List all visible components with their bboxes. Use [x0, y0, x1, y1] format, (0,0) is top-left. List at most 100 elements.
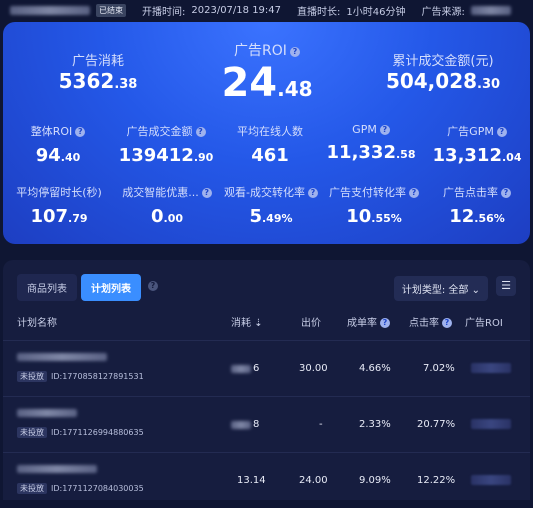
stat-label: 平均停留时长(秒) — [16, 186, 102, 199]
sort-icon: ⇣ — [254, 318, 263, 329]
stat-label: 广告ROI — [234, 43, 287, 59]
col-roi: 广告ROI — [465, 318, 503, 329]
stat-value: 5362.38 — [58, 69, 138, 93]
stat-label: 成交智能优惠... — [122, 186, 199, 199]
source-blurred — [470, 5, 511, 15]
stat-ad-spend: 广告消耗 5362.38 — [43, 50, 153, 93]
stat-label: 广告点击率 — [443, 186, 498, 199]
col-spend[interactable]: 消耗 ⇣ — [231, 314, 263, 329]
stat-label: 广告成交金额 — [126, 125, 193, 138]
room-name-blurred — [10, 5, 90, 15]
cell-bid: 30.00 — [299, 363, 328, 374]
cell-conv: 2.33% — [359, 419, 391, 430]
help-icon[interactable]: ? — [442, 318, 452, 328]
stat-label: 广告GPM — [447, 125, 494, 138]
stat-overall-roi: 整体ROI? 94.40 — [13, 123, 103, 166]
stat-ad-ctr: 广告点击率? 12.56% — [427, 184, 527, 227]
cell-spend: 8 — [253, 419, 260, 430]
help-icon[interactable]: ? — [409, 188, 419, 198]
cell-conv: 4.66% — [359, 363, 391, 374]
stat-watch-conv: 观看-成交转化率? 5.49% — [215, 184, 327, 227]
cell-spend: 13.14 — [237, 475, 266, 486]
cell-bid: - — [319, 419, 323, 430]
start-time-label: 开播时间: — [142, 6, 186, 18]
stat-avg-online: 平均在线人数 461 — [225, 123, 315, 166]
source-label: 广告来源: — [421, 6, 465, 18]
chevron-down-icon: ⌄ — [471, 285, 480, 296]
stat-avg-stay: 平均停留时长(秒) 107.79 — [5, 184, 113, 227]
cell-ctr: 7.02% — [423, 363, 455, 374]
stat-value: 0.00 — [150, 206, 184, 227]
stat-ad-gpm: 广告GPM? 13,312.04 — [427, 123, 527, 166]
table-row[interactable]: 未投放 ID:1771126994880635 8 - 2.33% 20.77% — [3, 396, 530, 452]
roi-blurred — [471, 363, 511, 373]
status-tag: 未投放 — [17, 371, 47, 382]
start-time: 2023/07/18 19:47 — [191, 4, 282, 16]
stat-value: 24.48 — [221, 60, 313, 106]
cell-ctr: 12.22% — [417, 475, 456, 486]
stat-label: GPM — [352, 123, 377, 136]
help-icon[interactable]: ? — [289, 47, 300, 57]
stats-card: 广告消耗 5362.38 广告ROI? 24.48 累计成交金额(元) 504,… — [3, 22, 530, 244]
tab-products[interactable]: 商品列表 — [17, 274, 77, 301]
help-icon[interactable]: ? — [379, 125, 390, 135]
col-bid: 出价 — [301, 318, 321, 329]
status-badge: 已结束 — [96, 3, 126, 17]
column-settings-icon[interactable]: ☰ — [496, 276, 516, 296]
stat-label: 广告支付转化率 — [329, 186, 406, 199]
help-icon[interactable]: ? — [501, 188, 511, 198]
stat-value: 13,312.04 — [432, 145, 522, 166]
help-icon[interactable]: ? — [496, 127, 507, 137]
stat-value: 461 — [251, 145, 289, 166]
stat-value: 504,028.30 — [385, 69, 501, 93]
stat-gpm: GPM? 11,332.58 — [321, 123, 421, 163]
stat-label: 累计成交金额(元) — [392, 54, 494, 69]
stat-label: 广告消耗 — [71, 54, 124, 69]
duration-label: 直播时长: — [297, 6, 341, 18]
cell-bid: 24.00 — [299, 475, 328, 486]
stat-smart-coupon: 成交智能优惠...? 0.00 — [113, 184, 221, 227]
help-icon[interactable]: ? — [75, 127, 86, 137]
stat-value: 10.55% — [346, 206, 402, 227]
help-icon[interactable]: ? — [201, 188, 212, 198]
help-icon[interactable]: ? — [195, 127, 206, 137]
stat-label: 观看-成交转化率 — [224, 186, 305, 199]
plan-name-blurred — [17, 353, 107, 361]
plan-name-blurred — [17, 409, 77, 417]
help-icon[interactable]: ? — [148, 281, 158, 291]
plan-id: ID:1771127084030035 — [51, 484, 144, 493]
stat-ad-gmv: 广告成交金额? 139412.90 — [111, 123, 221, 166]
stat-value: 11,332.58 — [326, 142, 416, 163]
col-conv: 成单率? — [347, 314, 390, 329]
cell-conv: 9.09% — [359, 475, 391, 486]
stat-value: 94.40 — [35, 145, 81, 166]
col-name: 计划名称 — [17, 318, 57, 329]
stat-value: 12.56% — [449, 206, 505, 227]
plan-id: ID:1770858127891531 — [51, 372, 144, 381]
plan-id: ID:1771126994880635 — [51, 428, 144, 437]
stat-label: 平均在线人数 — [237, 125, 303, 138]
stat-total-gmv: 累计成交金额(元) 504,028.30 — [373, 50, 513, 93]
tab-plans[interactable]: 计划列表 — [81, 274, 141, 301]
tab-bar: 商品列表 计划列表 ? — [17, 274, 158, 301]
plan-panel: 商品列表 计划列表 ? 计划类型: 全部 ⌄ ☰ 计划名称 消耗 ⇣ 出价 成单… — [3, 260, 530, 500]
roi-blurred — [471, 475, 511, 485]
cell-ctr: 20.77% — [417, 419, 456, 430]
status-tag: 未投放 — [17, 483, 47, 494]
table-header: 计划名称 消耗 ⇣ 出价 成单率? 点击率? 广告ROI — [3, 314, 530, 336]
table-row[interactable]: 未投放 ID:1770858127891531 6 30.00 4.66% 7.0… — [3, 340, 530, 396]
roi-blurred — [471, 419, 511, 429]
cell-spend: 6 — [253, 363, 260, 374]
help-icon[interactable]: ? — [380, 318, 390, 328]
stat-ad-roi: 广告ROI? 24.48 — [197, 40, 337, 106]
plan-name-blurred — [17, 465, 97, 473]
top-bar: 已结束 开播时间: 2023/07/18 19:47 直播时长: 1小时46分钟… — [0, 0, 533, 20]
help-icon[interactable]: ? — [307, 188, 318, 198]
status-tag: 未投放 — [17, 427, 47, 438]
duration: 1小时46分钟 — [346, 6, 406, 18]
stat-value: 5.49% — [249, 206, 293, 227]
plan-type-select[interactable]: 计划类型: 全部 ⌄ — [393, 276, 488, 301]
col-ctr: 点击率? — [409, 314, 452, 329]
stat-label: 整体ROI — [30, 125, 73, 138]
stat-value: 139412.90 — [118, 145, 214, 166]
